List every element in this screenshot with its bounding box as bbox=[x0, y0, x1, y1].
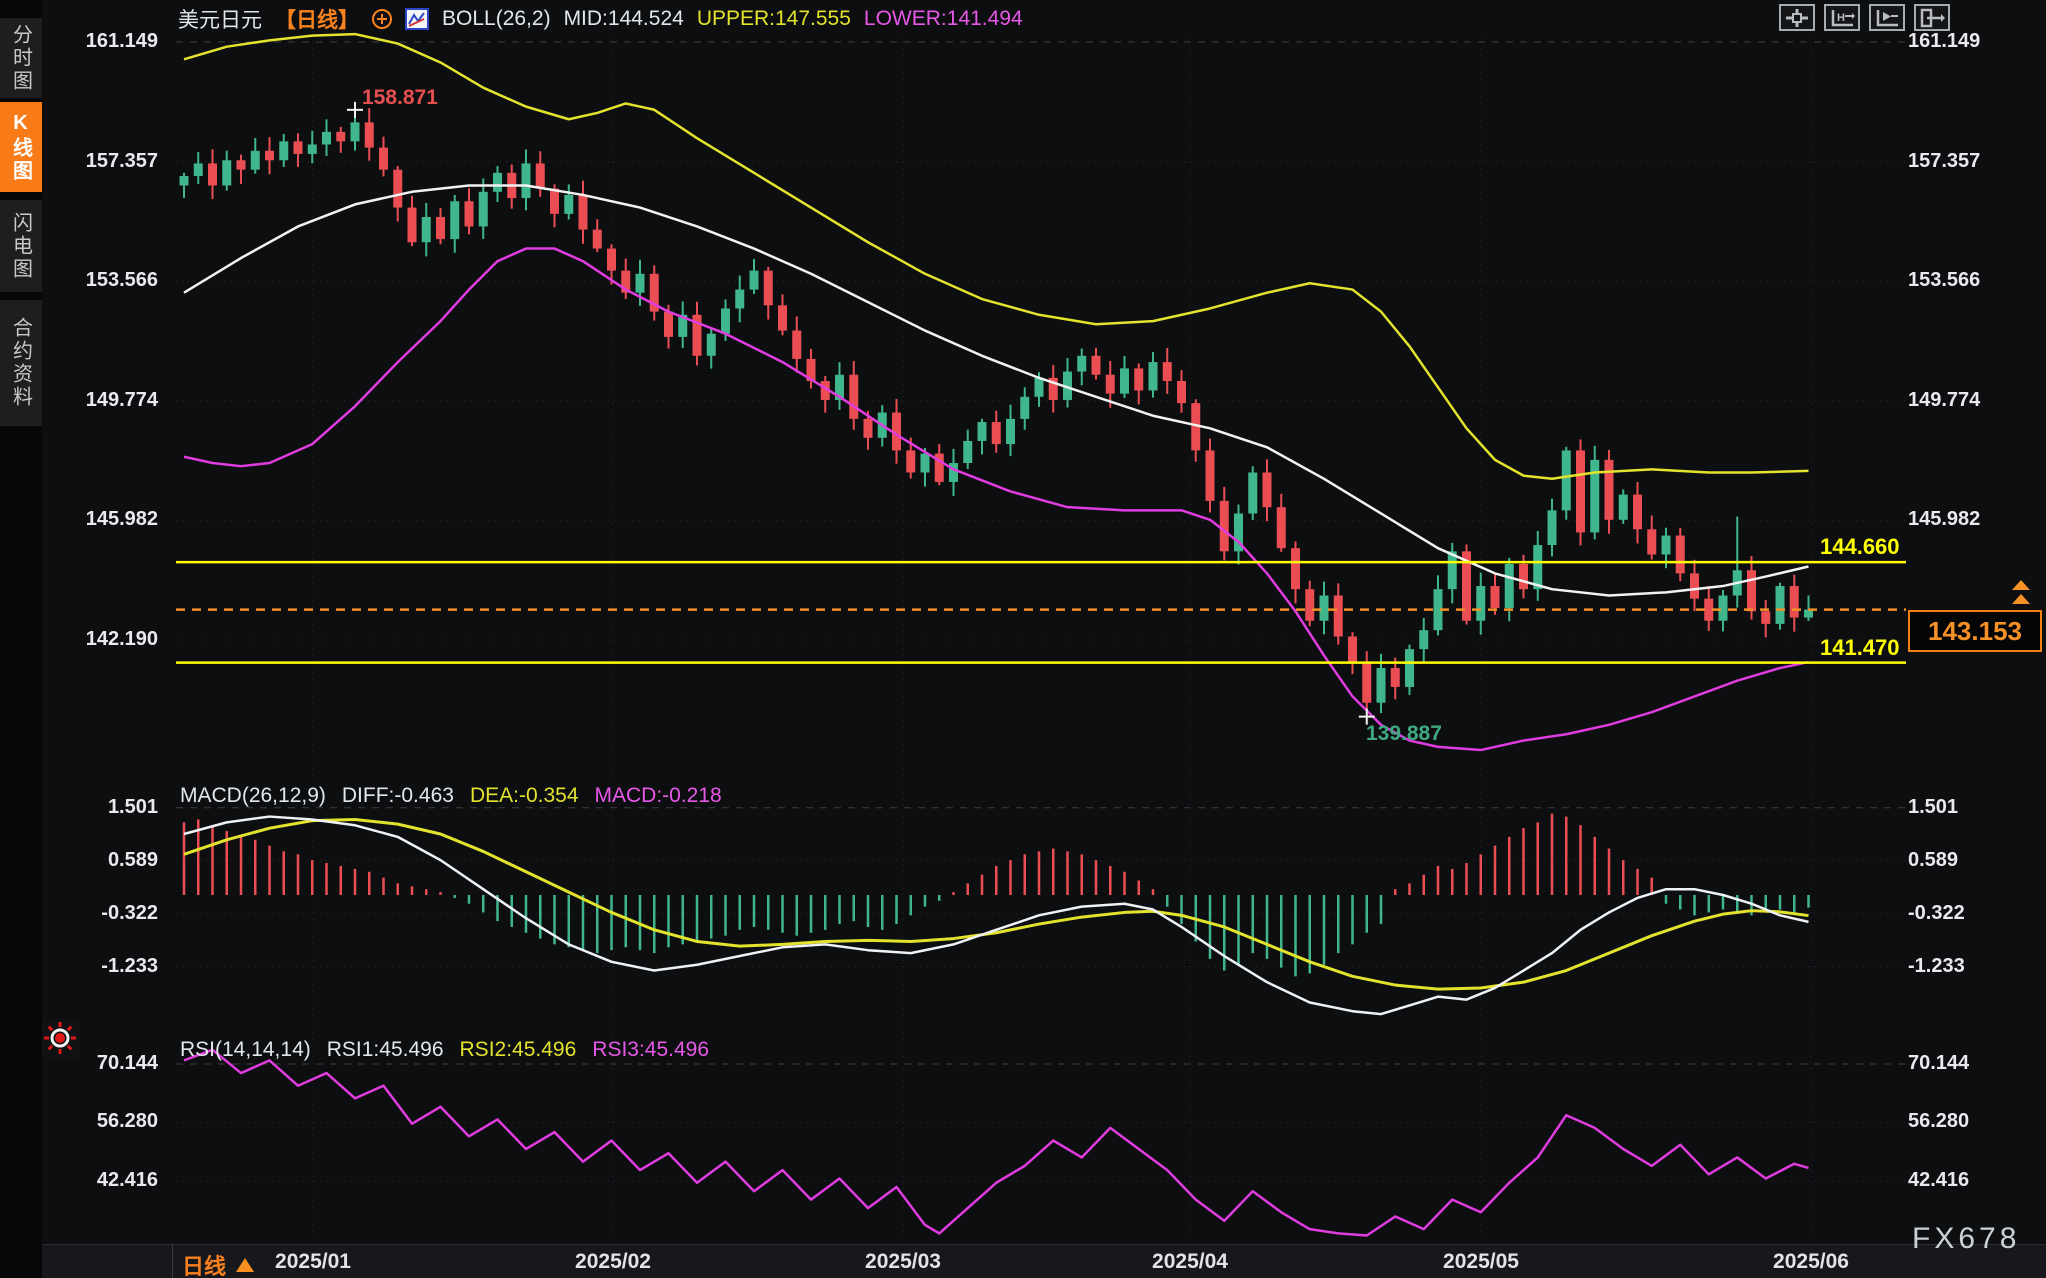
exit-panel-button[interactable] bbox=[1914, 4, 1950, 31]
date-axis-label: 2025/05 bbox=[1443, 1250, 1519, 1274]
date-axis-label: 2025/02 bbox=[575, 1250, 651, 1274]
period-selector[interactable]: 日线 bbox=[182, 1249, 254, 1278]
sidebar-tab-candlestick[interactable]: K线图 bbox=[0, 102, 42, 192]
axis-tick-label: 161.149 bbox=[1908, 30, 1980, 53]
rsi-settings-sun-icon[interactable] bbox=[40, 1018, 80, 1058]
axis-tick-label: 42.416 bbox=[1908, 1169, 1969, 1192]
symbol-title: 美元日元 bbox=[178, 4, 262, 34]
axis-tick-label: 42.416 bbox=[97, 1169, 158, 1192]
axis-tick-label: 0.589 bbox=[1908, 849, 1958, 872]
rsi-panel-header: RSI(14,14,14) RSI1:45.496 RSI2:45.496 RS… bbox=[180, 1038, 709, 1062]
axis-tick-label: -1.233 bbox=[101, 955, 158, 978]
date-axis-bar: 日线 2025/01 2025/02 2025/03 2025/04 2025/05 20… bbox=[42, 1244, 2046, 1278]
macd-hist-value: MACD:-0.218 bbox=[595, 784, 722, 808]
low-price-marker: 139.887 bbox=[1366, 722, 1442, 746]
rsi3-value: RSI3:45.496 bbox=[592, 1038, 709, 1062]
chart-header: 美元日元 【日线】 BOLL(26,2) MID:144.524 UPPER:1… bbox=[178, 5, 1023, 33]
axis-tick-label: -0.322 bbox=[101, 902, 158, 925]
axis-tick-label: 145.982 bbox=[86, 508, 158, 531]
macd-diff-value: DIFF:-0.463 bbox=[342, 784, 454, 808]
axis-tick-label: 161.149 bbox=[86, 30, 158, 53]
axis-tick-label: 149.774 bbox=[1908, 389, 1980, 412]
boll-mid-value: MID:144.524 bbox=[564, 7, 684, 31]
axis-tick-label: 70.144 bbox=[97, 1052, 158, 1075]
macd-dea-value: DEA:-0.354 bbox=[470, 784, 579, 808]
support-level-label: 141.470 bbox=[1820, 635, 1900, 661]
rsi-name: RSI(14,14,14) bbox=[180, 1038, 311, 1062]
axis-tick-label: 153.566 bbox=[1908, 269, 1980, 292]
trading-app-window: 分时图 K线图 闪电图 合约资料 美元日元 【日线】 BOLL(26,2) MI… bbox=[0, 0, 2046, 1278]
high-price-marker: 158.871 bbox=[362, 86, 438, 110]
add-indicator-icon[interactable] bbox=[372, 9, 392, 29]
zoom-play-button[interactable] bbox=[1869, 4, 1905, 31]
macd-name: MACD(26,12,9) bbox=[180, 784, 326, 808]
price-up-arrow-icon bbox=[2012, 594, 2030, 604]
zoom-x-axis-button[interactable]: H bbox=[1824, 4, 1860, 31]
sidebar-tab-timeline[interactable]: 分时图 bbox=[0, 18, 42, 98]
sidebar-tab-contract-info[interactable]: 合约资料 bbox=[0, 300, 42, 426]
period-selector-label: 日线 bbox=[182, 1249, 226, 1278]
brand-watermark: FX678 bbox=[1912, 1222, 2020, 1256]
datebar-separator bbox=[172, 1245, 173, 1278]
triangle-up-icon bbox=[236, 1258, 254, 1272]
axis-tick-label: 142.190 bbox=[86, 628, 158, 651]
candlestick-chart-icon[interactable] bbox=[405, 8, 429, 30]
axis-tick-label: 56.280 bbox=[1908, 1110, 1969, 1133]
price-up-arrow-icon bbox=[2012, 580, 2030, 590]
axis-tick-label: 153.566 bbox=[86, 269, 158, 292]
boll-label: BOLL(26,2) bbox=[442, 7, 551, 31]
axis-tick-label: 149.774 bbox=[86, 389, 158, 412]
axis-tick-label: 157.357 bbox=[86, 150, 158, 173]
last-price-badge: 143.153 bbox=[1908, 610, 2042, 652]
macd-panel-header: MACD(26,12,9) DIFF:-0.463 DEA:-0.354 MAC… bbox=[180, 784, 722, 808]
date-axis-label: 2025/03 bbox=[865, 1250, 941, 1274]
axis-tick-label: 70.144 bbox=[1908, 1052, 1969, 1075]
sidebar: 分时图 K线图 闪电图 合约资料 bbox=[0, 0, 42, 1278]
svg-text:H: H bbox=[1837, 12, 1845, 24]
resistance-level-label: 144.660 bbox=[1820, 534, 1900, 560]
axis-tick-label: 56.280 bbox=[97, 1110, 158, 1133]
axis-tick-label: 1.501 bbox=[1908, 796, 1958, 819]
date-axis-label: 2025/06 bbox=[1773, 1250, 1849, 1274]
chart-toolbar: H bbox=[1779, 4, 1950, 31]
period-tag: 【日线】 bbox=[275, 4, 359, 34]
chart-canvas[interactable] bbox=[0, 0, 2046, 1278]
boll-lower-value: LOWER:141.494 bbox=[864, 7, 1023, 31]
date-axis-label: 2025/01 bbox=[275, 1250, 351, 1274]
boll-upper-value: UPPER:147.555 bbox=[697, 7, 851, 31]
sidebar-tab-lightning[interactable]: 闪电图 bbox=[0, 200, 42, 292]
axis-tick-label: -0.322 bbox=[1908, 902, 1965, 925]
rsi2-value: RSI2:45.496 bbox=[460, 1038, 577, 1062]
rsi1-value: RSI1:45.496 bbox=[327, 1038, 444, 1062]
axis-tick-label: 157.357 bbox=[1908, 150, 1980, 173]
axis-tick-label: 1.501 bbox=[108, 796, 158, 819]
axis-tick-label: 0.589 bbox=[108, 849, 158, 872]
date-axis-label: 2025/04 bbox=[1152, 1250, 1228, 1274]
axis-tick-label: 145.982 bbox=[1908, 508, 1980, 531]
axis-tick-label: -1.233 bbox=[1908, 955, 1965, 978]
pan-tool-button[interactable] bbox=[1779, 4, 1815, 31]
